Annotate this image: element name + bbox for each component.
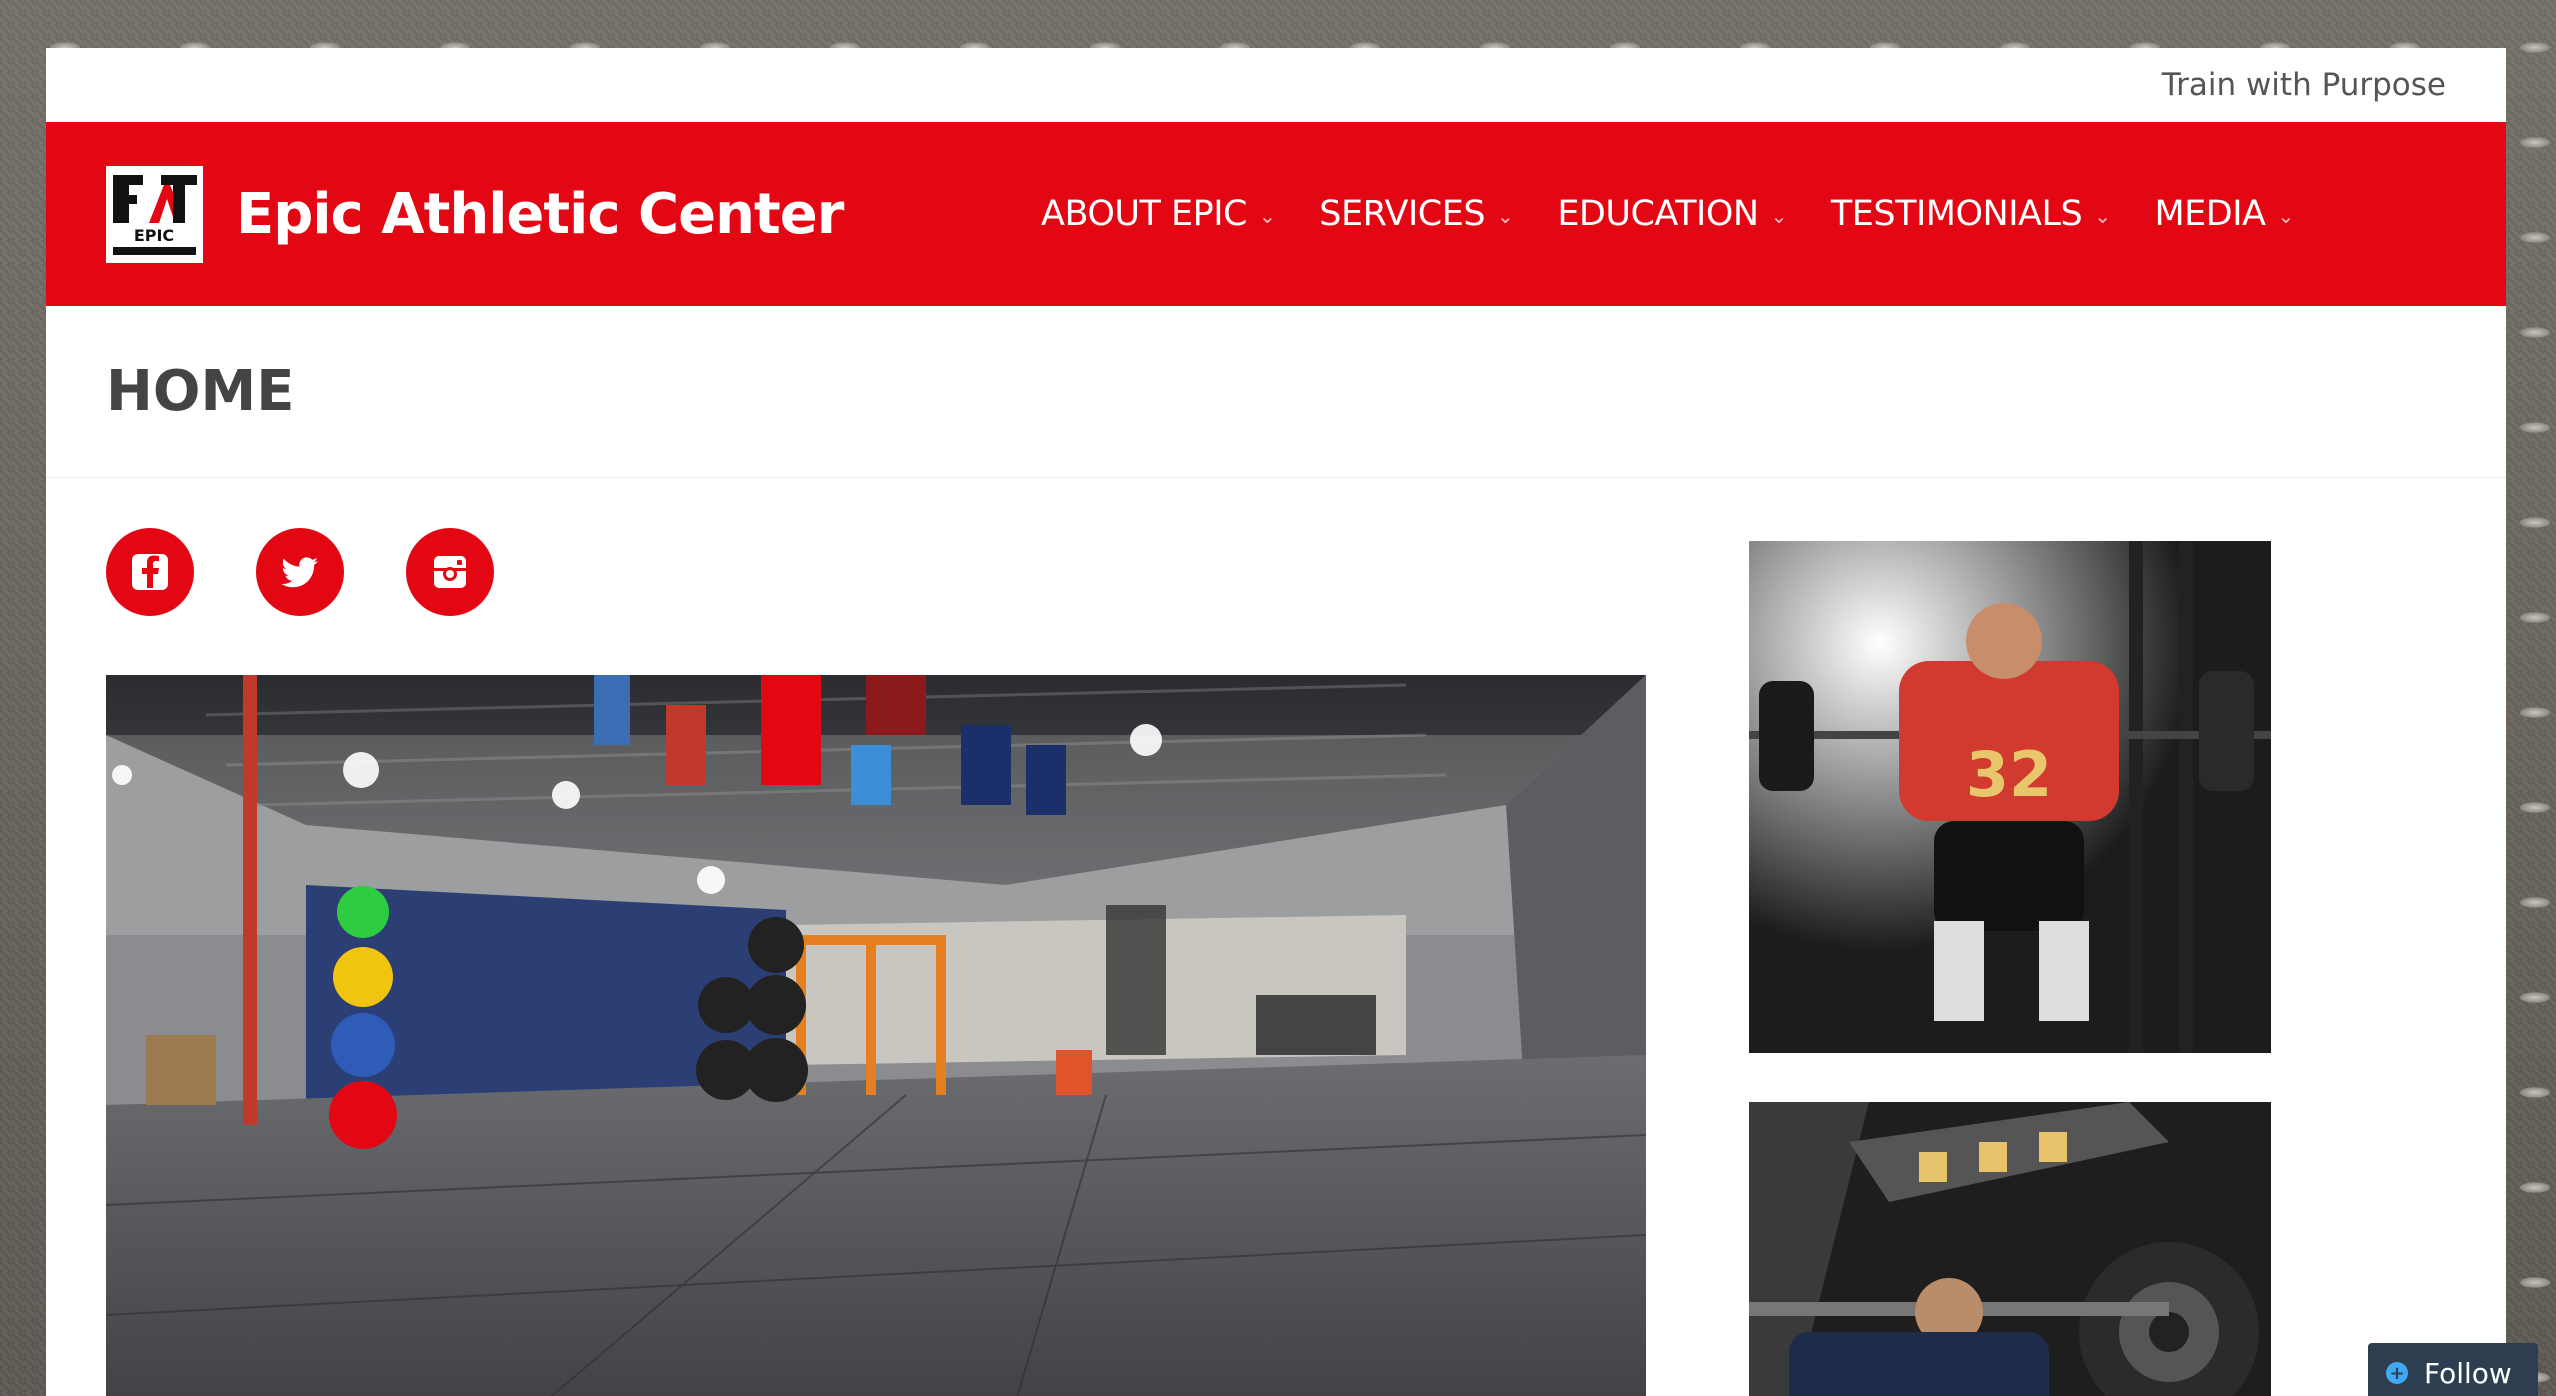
site-header: EPIC Epic Athletic Center ABOUT EPIC ⌄ S… [46,122,2506,306]
chevron-down-icon: ⌄ [2277,204,2294,228]
follow-label: Follow [2424,1356,2512,1390]
instagram-icon [434,556,466,588]
bench-press-photo [1749,1102,2271,1396]
logo-text: EPIC [134,226,174,245]
gym-panorama-image [106,675,1646,1396]
nav-item-media[interactable]: MEDIA ⌄ [2154,194,2294,234]
page-container: Train with Purpose EPIC Epic Athletic Ce… [46,48,2506,1396]
nav-item-label: MEDIA [2154,194,2266,234]
chevron-down-icon: ⌄ [1770,204,1788,228]
chevron-down-icon: ⌄ [1259,204,1276,228]
page-title-bar: HOME [46,306,2506,478]
plus-icon: + [2386,1362,2408,1384]
nav-item-about-epic[interactable]: ABOUT EPIC ⌄ [1041,194,1276,234]
site-title[interactable]: Epic Athletic Center [236,182,844,247]
facebook-button[interactable] [106,528,194,616]
facebook-icon [132,554,168,590]
nav-item-label: EDUCATION [1557,194,1759,234]
chevron-down-icon: ⌄ [2094,204,2111,228]
instagram-button[interactable] [406,528,494,616]
nav-item-label: ABOUT EPIC [1041,194,1248,234]
twitter-button[interactable] [256,528,344,616]
nav-item-services[interactable]: SERVICES ⌄ [1319,194,1514,234]
chevron-down-icon: ⌄ [1497,204,1514,228]
site-tagline: Train with Purpose [2161,67,2446,103]
social-links [106,528,556,616]
page-title: HOME [106,359,295,424]
nav-item-education[interactable]: EDUCATION ⌄ [1557,194,1787,234]
site-logo[interactable]: EPIC [106,165,203,263]
nav-item-label: TESTIMONIALS [1830,194,2083,234]
top-bar: Train with Purpose [46,48,2506,122]
twitter-icon [281,557,318,588]
squat-photo: 32 [1749,541,2271,1053]
main-nav: ABOUT EPIC ⌄ SERVICES ⌄ EDUCATION ⌄ TEST… [1041,122,2338,306]
nav-item-label: SERVICES [1319,194,1486,234]
jersey-number: 32 [1966,738,2052,811]
epic-logo-icon: EPIC [109,168,200,260]
follow-button[interactable]: + Follow [2368,1343,2538,1396]
nav-item-testimonials[interactable]: TESTIMONIALS ⌄ [1831,194,2111,234]
